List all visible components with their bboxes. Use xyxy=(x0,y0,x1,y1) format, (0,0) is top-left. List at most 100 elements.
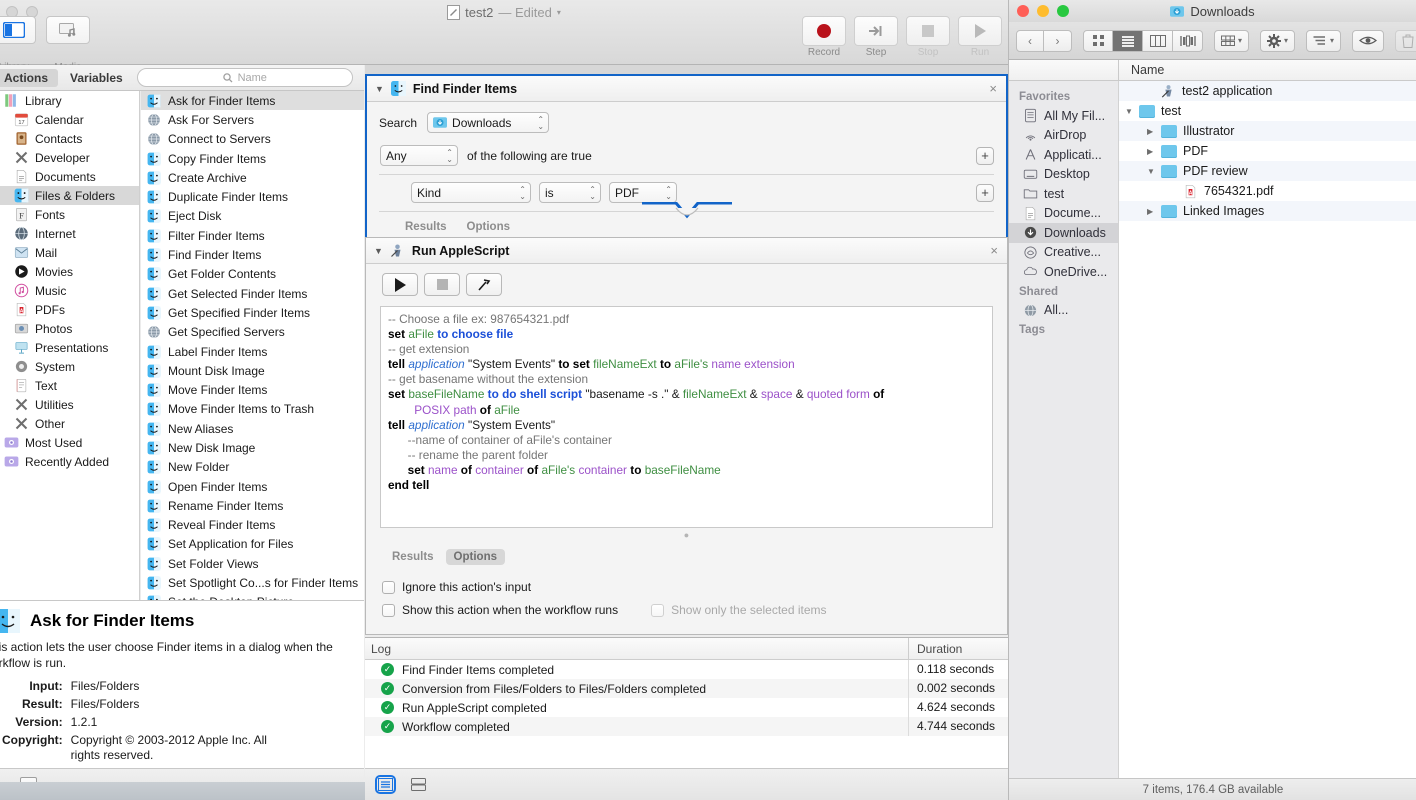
action-header[interactable]: ▼ Find Finder Items × xyxy=(367,76,1006,102)
column-header-name[interactable]: Name xyxy=(1119,63,1164,77)
resize-grip[interactable]: ● xyxy=(366,530,1007,540)
icon-view-button[interactable] xyxy=(1083,29,1113,52)
library-item-most-used[interactable]: Most Used xyxy=(0,433,139,452)
actions-list[interactable]: Ask for Finder Items Ask For Servers Conne… xyxy=(141,91,364,600)
library-item-contacts[interactable]: Contacts xyxy=(0,129,139,148)
action-item[interactable]: Connect to Servers xyxy=(141,130,364,149)
minimize-button[interactable] xyxy=(1037,5,1049,17)
action-item[interactable]: Get Selected Finder Items xyxy=(141,284,364,303)
stop-script-button[interactable] xyxy=(424,273,460,296)
match-mode-popup[interactable]: Any ⌃ ⌄ xyxy=(380,145,458,166)
action-run-applescript[interactable]: ▼ Run AppleScript × -- Choose a file ex:… xyxy=(365,237,1008,635)
tab-variables[interactable]: Variables xyxy=(70,71,123,85)
close-icon[interactable]: × xyxy=(989,81,997,96)
library-toolbar-item[interactable]: Library xyxy=(0,16,36,73)
media-button[interactable] xyxy=(46,16,90,44)
criterion-attribute-popup[interactable]: Kind ⌃ ⌄ xyxy=(411,182,531,203)
library-item-pdfs[interactable]: A PDFs xyxy=(0,300,139,319)
library-item-documents[interactable]: Documents xyxy=(0,167,139,186)
tab-options[interactable]: Options xyxy=(459,219,518,235)
library-item-photos[interactable]: Photos xyxy=(0,319,139,338)
tab-results[interactable]: Results xyxy=(384,549,442,565)
criterion-operator-popup[interactable]: is ⌃ ⌄ xyxy=(539,182,601,203)
tab-actions[interactable]: Actions xyxy=(0,68,59,87)
sidebar-item-airdrop[interactable]: AirDrop xyxy=(1009,126,1118,146)
file-row[interactable]: ▼ PDF review xyxy=(1119,161,1416,181)
action-item[interactable]: Filter Finder Items xyxy=(141,226,364,245)
stepper-icon[interactable]: ⌃ ⌄ xyxy=(511,185,526,200)
sidebar-item-all[interactable]: All... xyxy=(1009,301,1118,321)
sidebar-item-docume[interactable]: Docume... xyxy=(1009,204,1118,224)
action-item[interactable]: Get Folder Contents xyxy=(141,265,364,284)
library-item-mail[interactable]: Mail xyxy=(0,243,139,262)
action-item[interactable]: Eject Disk xyxy=(141,207,364,226)
action-item[interactable]: Reveal Finder Items xyxy=(141,516,364,535)
action-item[interactable]: Mount Disk Image xyxy=(141,361,364,380)
log-row[interactable]: ✓ Workflow completed 4.744 seconds xyxy=(365,717,1008,736)
file-row[interactable]: ▼ test xyxy=(1119,101,1416,121)
file-row[interactable]: ▶test2 application xyxy=(1119,81,1416,101)
action-item[interactable]: Rename Finder Items xyxy=(141,496,364,515)
library-list[interactable]: Library 17 Calendar Contacts Developer Docume… xyxy=(0,91,140,600)
list-view-button[interactable] xyxy=(1113,29,1143,52)
action-item[interactable]: Move Finder Items to Trash xyxy=(141,400,364,419)
sidebar-item-test[interactable]: test xyxy=(1009,184,1118,204)
file-row[interactable]: ▶ PDF xyxy=(1119,141,1416,161)
sidebar-item-onedrive[interactable]: OneDrive... xyxy=(1009,262,1118,282)
forward-button[interactable]: › xyxy=(1044,29,1072,52)
library-item-recently-added[interactable]: Recently Added xyxy=(0,452,139,471)
action-item[interactable]: Get Specified Servers xyxy=(141,323,364,342)
zoom-button[interactable] xyxy=(1057,5,1069,17)
library-item-fonts[interactable]: F Fonts xyxy=(0,205,139,224)
stepper-icon[interactable]: ⌃ ⌄ xyxy=(657,185,672,200)
stepper-icon[interactable]: ⌃ ⌄ xyxy=(529,115,544,130)
library-button[interactable] xyxy=(0,16,36,44)
library-item-files-folders[interactable]: Files & Folders xyxy=(0,186,139,205)
tab-options[interactable]: Options xyxy=(445,549,505,565)
file-row[interactable]: ▶A7654321.pdf xyxy=(1119,181,1416,201)
library-item-library[interactable]: Library xyxy=(0,91,139,110)
share-button[interactable]: ▾ xyxy=(1306,29,1342,52)
action-item[interactable]: Create Archive xyxy=(141,168,364,187)
compile-script-button[interactable] xyxy=(466,273,502,296)
file-row[interactable]: ▶ Linked Images xyxy=(1119,201,1416,221)
chevron-down-icon[interactable]: ▾ xyxy=(557,8,561,17)
add-rule-group-button[interactable]: + xyxy=(976,146,994,165)
quicklook-button[interactable] xyxy=(1352,29,1385,52)
media-toolbar-item[interactable]: Media xyxy=(46,16,90,73)
finder-file-list[interactable]: ▶test2 application▼test▶Illustrator▶PDF▼… xyxy=(1119,81,1416,800)
log-row[interactable]: ✓ Run AppleScript completed 4.624 seconds xyxy=(365,698,1008,717)
finder-sidebar[interactable]: Favorites All My Fil... AirDrop Applicati..… xyxy=(1009,81,1119,800)
sidebar-item-all-my-fil[interactable]: All My Fil... xyxy=(1009,106,1118,126)
record-button[interactable]: Record xyxy=(802,16,846,58)
action-item[interactable]: Move Finder Items xyxy=(141,380,364,399)
action-item[interactable]: Copy Finder Items xyxy=(141,149,364,168)
action-item[interactable]: Set Application for Files xyxy=(141,535,364,554)
action-item[interactable]: Set Spotlight Co...s for Finder Items xyxy=(141,573,364,592)
checkbox[interactable] xyxy=(382,580,395,594)
library-item-developer[interactable]: Developer xyxy=(0,148,139,167)
library-item-system[interactable]: System xyxy=(0,357,139,376)
action-item[interactable]: New Aliases xyxy=(141,419,364,438)
library-item-utilities[interactable]: Utilities xyxy=(0,395,139,414)
close-icon[interactable]: × xyxy=(990,243,998,258)
library-item-music[interactable]: Music xyxy=(0,281,139,300)
stepper-icon[interactable]: ⌃ ⌄ xyxy=(438,148,453,163)
checkbox[interactable] xyxy=(382,603,395,617)
finder-window-controls[interactable] xyxy=(1017,5,1069,17)
log-col-message[interactable]: Log xyxy=(365,642,908,656)
library-item-other[interactable]: Other xyxy=(0,414,139,433)
action-item[interactable]: Ask for Finder Items xyxy=(141,91,364,111)
triangle-down-icon[interactable]: ▼ xyxy=(374,246,383,256)
checkbox[interactable] xyxy=(651,603,665,617)
action-item[interactable]: New Disk Image xyxy=(141,438,364,457)
arrange-button[interactable]: ▾ xyxy=(1214,29,1250,52)
file-row[interactable]: ▶ Illustrator xyxy=(1119,121,1416,141)
step-button[interactable]: Step xyxy=(854,16,898,58)
library-item-movies[interactable]: Movies xyxy=(0,262,139,281)
tab-results[interactable]: Results xyxy=(397,219,455,235)
triangle-right-icon[interactable]: ▶ xyxy=(1147,147,1157,156)
log-split-view-button[interactable] xyxy=(410,777,427,792)
run-script-button[interactable] xyxy=(382,273,418,296)
search-scope-popup[interactable]: Downloads ⌃ ⌄ xyxy=(427,112,550,133)
